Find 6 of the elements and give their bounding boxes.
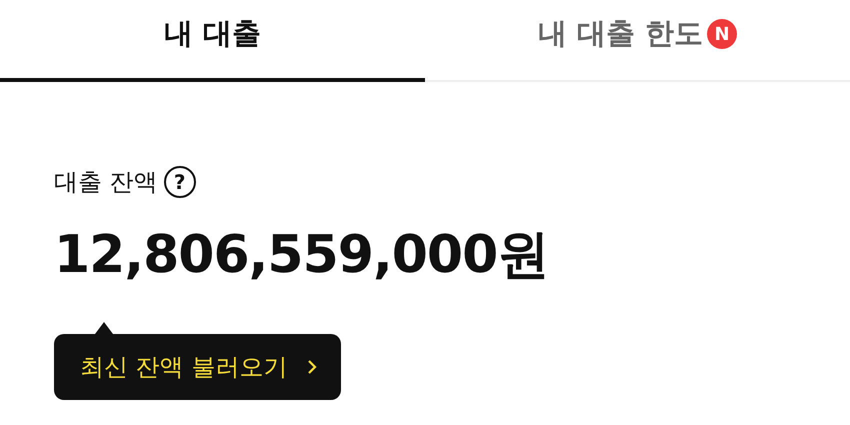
refresh-balance-tooltip[interactable]: 최신 잔액 불러오기: [54, 334, 342, 400]
help-button[interactable]: ?: [164, 166, 196, 198]
balance-amount: 12,806,559,000원: [54, 224, 550, 287]
chevron-right-icon: [307, 359, 318, 375]
new-badge: N: [707, 19, 738, 49]
balance-label: 대출 잔액: [54, 167, 158, 198]
